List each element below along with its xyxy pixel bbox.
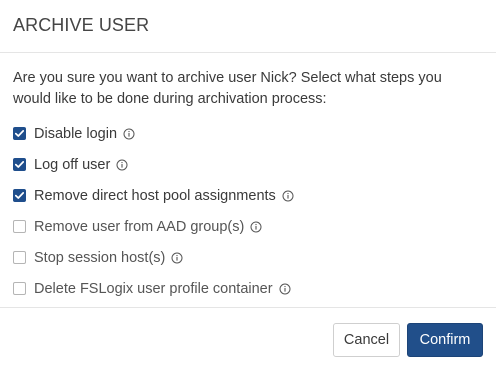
option-stop-session-hosts[interactable]: Stop session host(s) [13, 242, 294, 273]
archive-user-dialog: ARCHIVE USER Are you sure you want to ar… [0, 0, 496, 369]
dialog-intro-text: Are you sure you want to archive user Ni… [13, 70, 442, 107]
remove-host-pool-assignments-checkbox[interactable] [13, 189, 26, 202]
remove-from-aad-groups-checkbox[interactable] [13, 220, 26, 233]
delete-fslogix-profile-checkbox[interactable] [13, 282, 26, 295]
option-remove-host-pool-assignments[interactable]: Remove direct host pool assignments [13, 180, 294, 211]
info-icon[interactable] [279, 283, 291, 295]
info-icon[interactable] [282, 190, 294, 202]
option-remove-from-aad-groups[interactable]: Remove user from AAD group(s) [13, 211, 294, 242]
option-label: Remove direct host pool assignments [34, 187, 276, 204]
checkmark-icon [15, 192, 24, 199]
dialog-title: ARCHIVE USER [13, 15, 150, 35]
checkmark-icon [15, 130, 24, 137]
info-icon[interactable] [123, 128, 135, 140]
dialog-footer: Cancel Confirm [0, 307, 496, 369]
option-label: Remove user from AAD group(s) [34, 218, 245, 235]
info-icon[interactable] [250, 221, 262, 233]
cancel-button[interactable]: Cancel [333, 323, 400, 357]
dialog-body: Are you sure you want to archive user Ni… [0, 53, 496, 307]
log-off-user-checkbox[interactable] [13, 158, 26, 171]
info-icon[interactable] [116, 159, 128, 171]
option-label: Delete FSLogix user profile container [34, 280, 273, 297]
option-disable-login[interactable]: Disable login [13, 118, 294, 149]
checkmark-icon [15, 161, 24, 168]
option-log-off-user[interactable]: Log off user [13, 149, 294, 180]
stop-session-hosts-checkbox[interactable] [13, 251, 26, 264]
archive-steps-list: Disable login Log off user Remove direct [13, 118, 294, 304]
dialog-header: ARCHIVE USER [0, 0, 496, 53]
disable-login-checkbox[interactable] [13, 127, 26, 140]
option-label: Disable login [34, 125, 118, 142]
option-label: Log off user [34, 156, 111, 173]
option-delete-fslogix-profile[interactable]: Delete FSLogix user profile container [13, 273, 294, 304]
confirm-button[interactable]: Confirm [407, 323, 483, 357]
option-label: Stop session host(s) [34, 249, 166, 266]
info-icon[interactable] [171, 252, 183, 264]
